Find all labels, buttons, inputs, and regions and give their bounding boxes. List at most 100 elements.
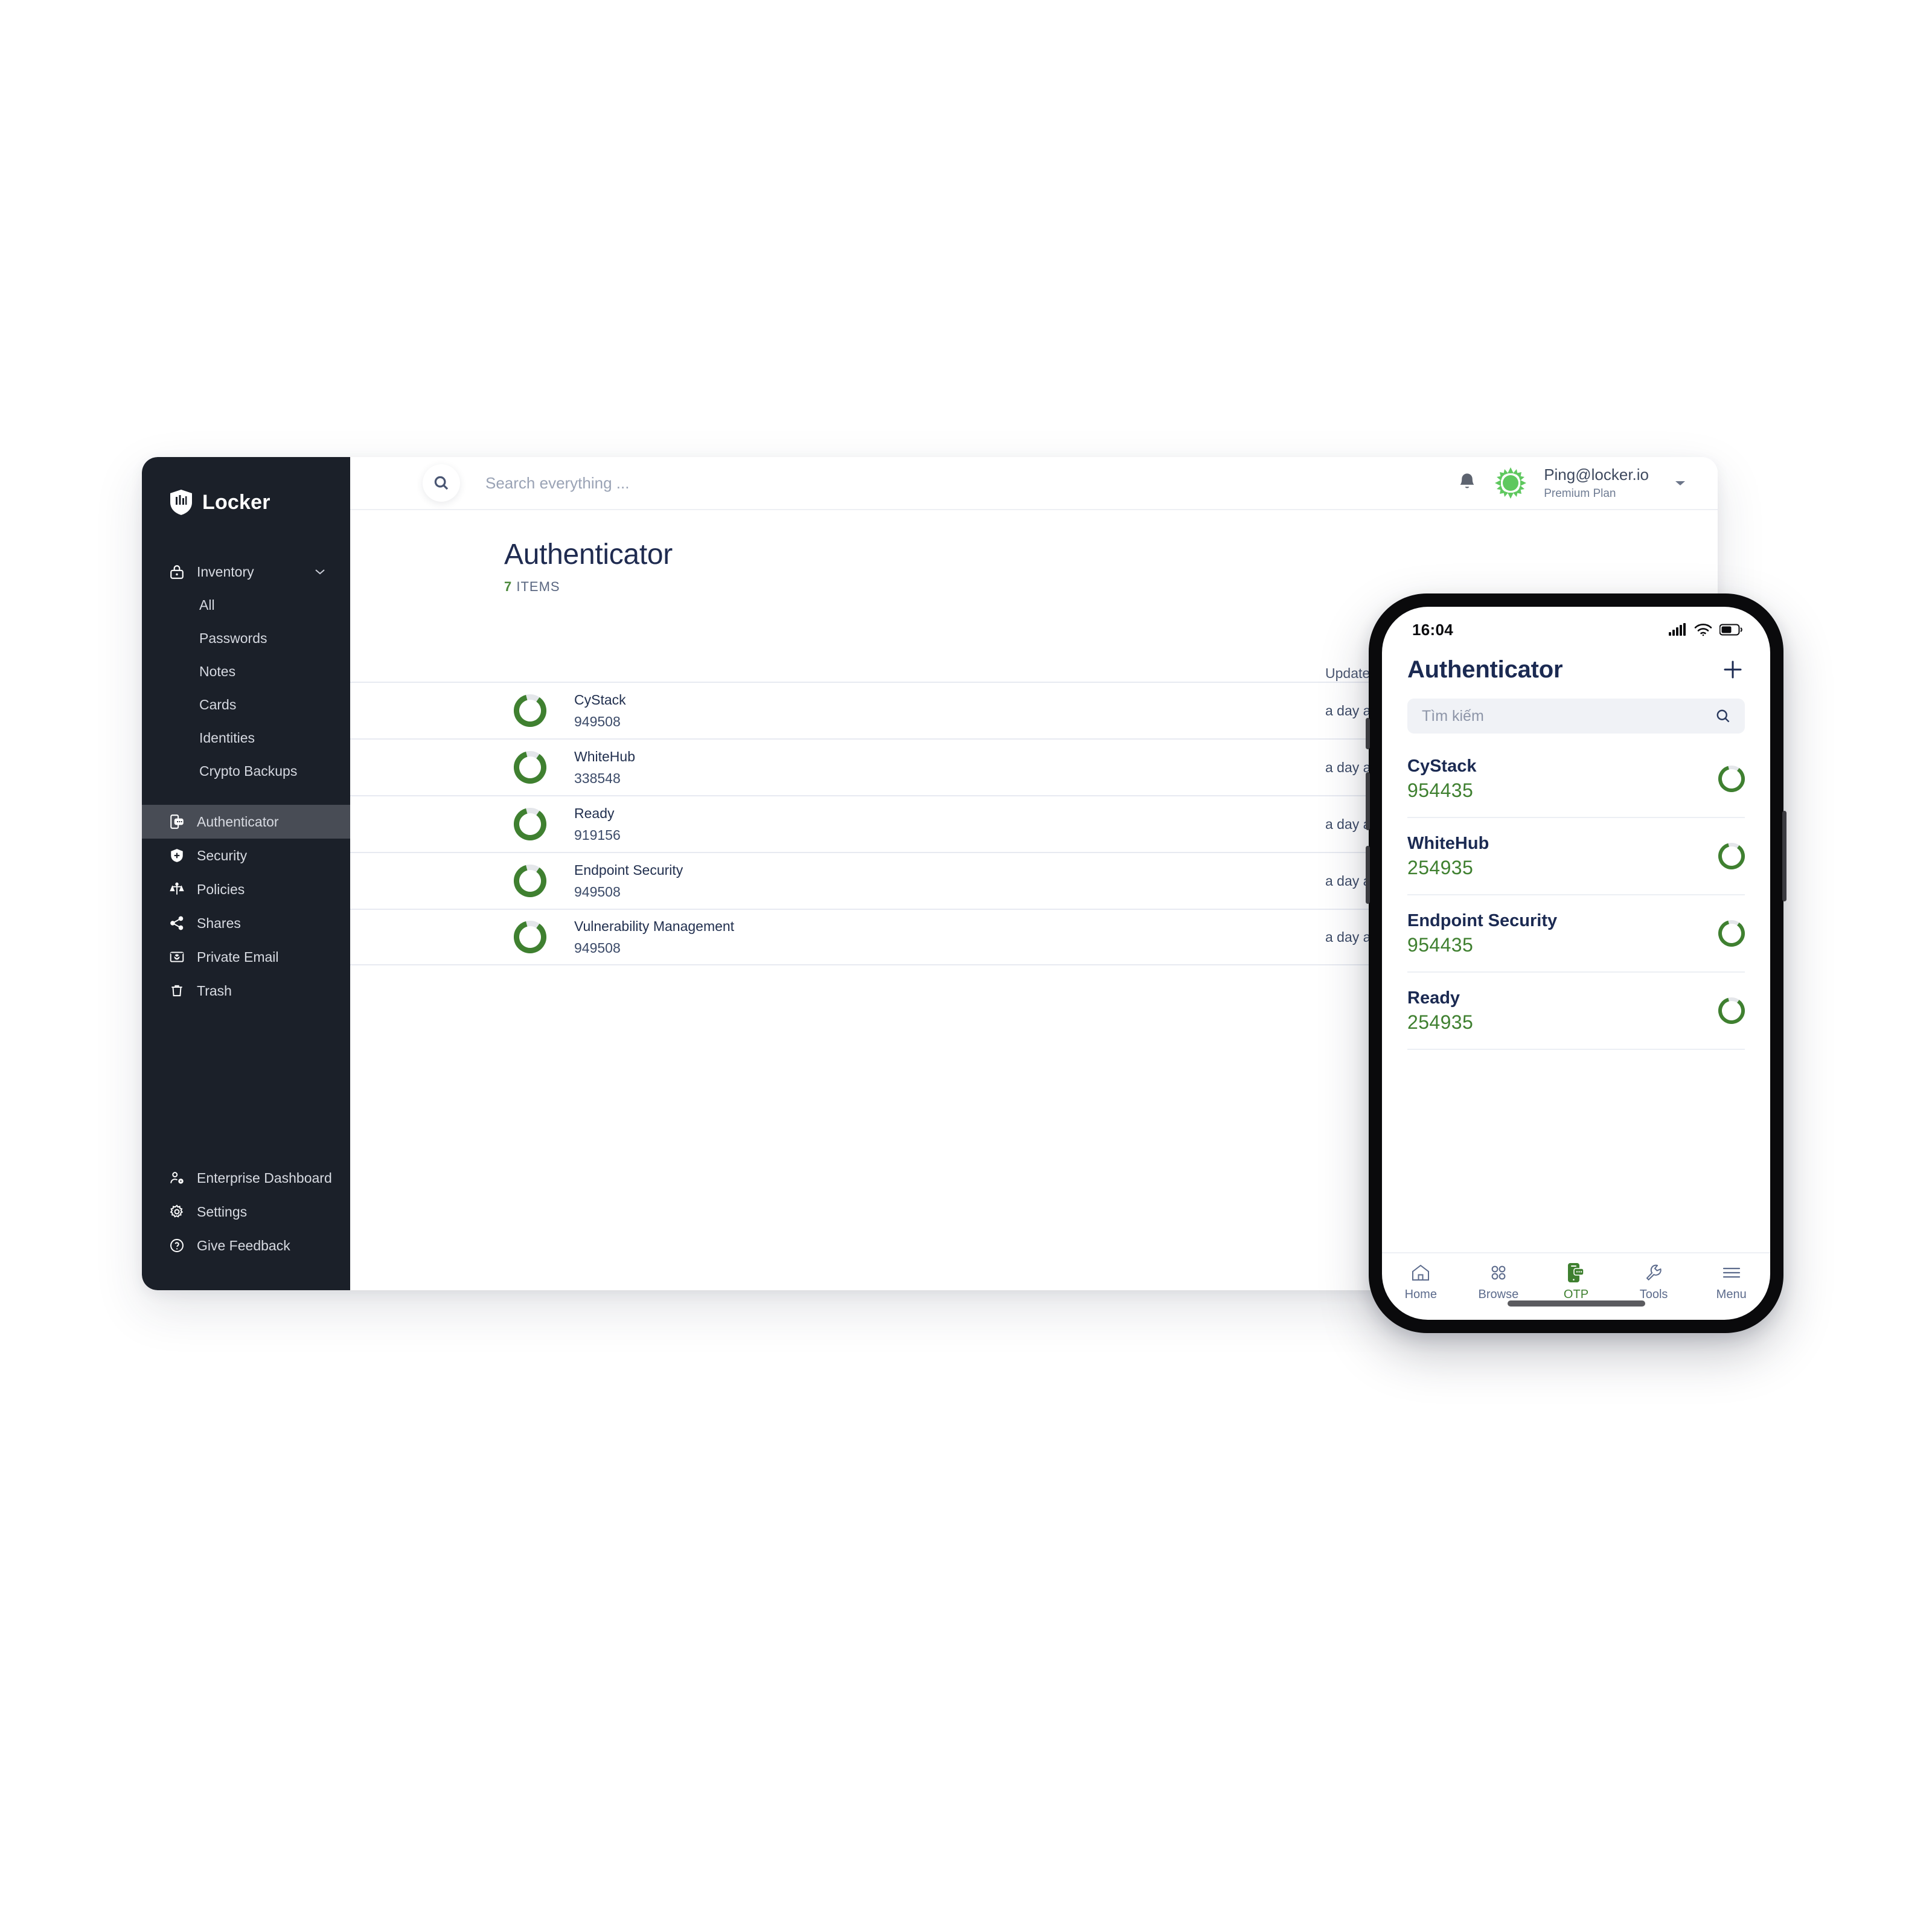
- share-icon: [169, 915, 190, 931]
- add-otp-button[interactable]: [1719, 656, 1746, 683]
- row-title: Endpoint Security: [574, 862, 683, 878]
- phone-power-button[interactable]: [1782, 811, 1786, 901]
- row-main: CyStack 949508: [574, 691, 1325, 731]
- phone-search-field[interactable]: Tìm kiếm: [1407, 699, 1745, 734]
- chevron-down-icon[interactable]: [1674, 479, 1686, 487]
- phone-mute-switch[interactable]: [1366, 718, 1370, 749]
- sidebar-item-trash-label: Trash: [197, 982, 232, 999]
- sidebar-item-shares-label: Shares: [197, 915, 241, 931]
- otp-item-name: CyStack: [1407, 756, 1477, 776]
- gear-icon: [169, 1204, 190, 1220]
- phone-header: Authenticator: [1382, 644, 1770, 688]
- authenticator-icon: [169, 814, 190, 830]
- sidebar-item-shares[interactable]: Shares: [142, 906, 350, 940]
- sidebar-item-identities[interactable]: Identities: [142, 721, 350, 755]
- sidebar-item-enterprise-dashboard[interactable]: Enterprise Dashboard: [142, 1161, 350, 1195]
- tab-menu-label: Menu: [1716, 1288, 1747, 1301]
- row-otp-code: 338548: [574, 770, 621, 787]
- sidebar-item-cards-label: Cards: [199, 697, 237, 712]
- row-otp-code: 949508: [574, 714, 621, 730]
- sidebar-item-passwords-label: Passwords: [199, 630, 267, 646]
- search-button[interactable]: [423, 464, 460, 502]
- tab-tools[interactable]: Tools: [1615, 1262, 1693, 1302]
- row-main: Endpoint Security 949508: [574, 862, 1325, 901]
- wifi-icon: [1694, 624, 1712, 636]
- otp-item-code: 254935: [1407, 857, 1474, 879]
- wrench-icon: [1644, 1262, 1663, 1284]
- status-time: 16:04: [1412, 620, 1453, 639]
- item-count-suffix: ITEMS: [512, 579, 560, 594]
- search-icon: [434, 476, 449, 490]
- trash-icon: [169, 983, 190, 999]
- row-main: WhiteHub 338548: [574, 748, 1325, 787]
- otp-countdown-ring: [1718, 997, 1745, 1024]
- otp-texts: WhiteHub 254935: [1407, 833, 1718, 880]
- sidebar-item-notes[interactable]: Notes: [142, 655, 350, 688]
- row-title: Ready: [574, 805, 615, 821]
- grid-dots-icon: [1489, 1262, 1508, 1284]
- account-plan: Premium Plan: [1544, 487, 1616, 500]
- sidebar-item-security-label: Security: [197, 847, 248, 863]
- question-circle-icon: [169, 1238, 190, 1253]
- sidebar-item-policies-label: Policies: [197, 881, 245, 897]
- screenshot-root: Locker Inventory All Passwords Notes Car…: [0, 0, 1932, 1932]
- otp-countdown-ring: [1718, 843, 1745, 869]
- sidebar-item-passwords[interactable]: Passwords: [142, 622, 350, 655]
- account-info[interactable]: Ping@locker.io Premium Plan: [1544, 465, 1649, 501]
- phone-screen: 16:04 Authenticator Tìm kiếm CyStack 954…: [1382, 607, 1770, 1320]
- sidebar-item-give-feedback[interactable]: Give Feedback: [142, 1229, 350, 1262]
- tab-browse[interactable]: Browse: [1460, 1262, 1538, 1302]
- topbar: Ping@locker.io Premium Plan: [350, 457, 1718, 510]
- tab-otp[interactable]: OTP: [1537, 1262, 1615, 1302]
- otp-texts: CyStack 954435: [1407, 756, 1718, 802]
- avatar-identicon[interactable]: [1494, 467, 1527, 499]
- phone-volume-up-button[interactable]: [1366, 772, 1370, 830]
- otp-item-name: Endpoint Security: [1407, 910, 1558, 930]
- chevron-down-icon[interactable]: [314, 568, 326, 575]
- sidebar-item-settings[interactable]: Settings: [142, 1195, 350, 1229]
- sidebar-item-authenticator[interactable]: Authenticator: [142, 805, 350, 839]
- sidebar-item-crypto-backups-label: Crypto Backups: [199, 763, 298, 779]
- otp-countdown-ring: [514, 751, 546, 784]
- scales-icon: [169, 881, 190, 897]
- otp-item-code: 954435: [1407, 779, 1474, 802]
- search-input[interactable]: [485, 468, 1029, 498]
- tab-menu[interactable]: Menu: [1692, 1262, 1770, 1302]
- otp-list: CyStack 954435 WhiteHub 254935 Endpoint Secu…: [1382, 741, 1770, 1252]
- sidebar-item-policies[interactable]: Policies: [142, 872, 350, 906]
- brand-name: Locker: [202, 490, 270, 514]
- sidebar-item-inventory[interactable]: Inventory: [142, 555, 350, 589]
- bell-icon[interactable]: [1457, 472, 1477, 494]
- otp-item-code: 254935: [1407, 1011, 1474, 1034]
- sidebar-item-trash[interactable]: Trash: [142, 974, 350, 1008]
- otp-texts: Ready 254935: [1407, 988, 1718, 1034]
- sidebar-item-all[interactable]: All: [142, 589, 350, 622]
- sidebar-item-give-feedback-label: Give Feedback: [197, 1237, 290, 1253]
- otp-countdown-ring: [1718, 766, 1745, 792]
- phone-status-bar: 16:04: [1382, 607, 1770, 644]
- row-otp-code: 919156: [574, 827, 621, 843]
- sidebar-item-inventory-label: Inventory: [197, 563, 254, 580]
- tab-otp-label: OTP: [1563, 1288, 1589, 1301]
- otp-countdown-ring: [514, 865, 546, 897]
- row-title: Vulnerability Management: [574, 918, 735, 934]
- sidebar-item-security[interactable]: Security: [142, 839, 350, 872]
- phone-volume-down-button[interactable]: [1366, 846, 1370, 904]
- otp-list-item[interactable]: Ready 254935: [1407, 973, 1745, 1050]
- phone-tabbar: Home Browse OTP Tools Menu: [1382, 1252, 1770, 1320]
- user-gear-icon: [169, 1170, 190, 1186]
- search-icon[interactable]: [1715, 708, 1732, 724]
- row-main: Ready 919156: [574, 805, 1325, 844]
- envelope-icon: [169, 949, 190, 965]
- sidebar-item-private-email[interactable]: Private Email: [142, 940, 350, 974]
- sidebar-item-crypto-backups[interactable]: Crypto Backups: [142, 755, 350, 788]
- otp-countdown-ring: [1718, 920, 1745, 947]
- otp-list-item[interactable]: CyStack 954435: [1407, 741, 1745, 818]
- battery-icon: [1719, 624, 1742, 636]
- tab-home[interactable]: Home: [1382, 1262, 1460, 1302]
- otp-list-item[interactable]: WhiteHub 254935: [1407, 818, 1745, 895]
- otp-list-item[interactable]: Endpoint Security 954435: [1407, 895, 1745, 973]
- tab-home-label: Home: [1404, 1288, 1437, 1301]
- item-count-number: 7: [504, 579, 513, 594]
- sidebar-item-cards[interactable]: Cards: [142, 688, 350, 721]
